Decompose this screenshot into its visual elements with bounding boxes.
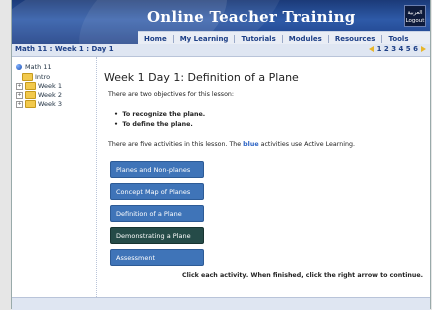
activity-definition[interactable]: Definition of a Plane [110,205,204,222]
objective-item: • To define the plane. [114,121,193,128]
nav-home[interactable]: Home [138,34,174,43]
footer-bar [12,297,430,310]
expand-icon[interactable]: + [16,91,23,99]
app-frame: Online Teacher Training العربية Logout H… [11,0,431,310]
activity-assessment[interactable]: Assessment [110,249,204,266]
page-navigator: 1 2 3 4 5 6 [368,45,426,53]
lesson-content: Week 1 Day 1: Definition of a Plane Ther… [100,57,426,297]
folder-icon [25,91,36,99]
nav-tools[interactable]: Tools [382,35,414,43]
expand-icon[interactable]: + [16,82,23,90]
breadcrumb: Math 11 : Week 1 : Day 1 [15,45,114,53]
header-banner: Online Teacher Training العربية Logout H… [12,0,430,44]
folder-icon [25,100,36,108]
activity-concept-map[interactable]: Concept Map of Planes [110,183,204,200]
tree-item-week-1[interactable]: + Week 1 [16,82,62,90]
tree-item-label: Week 2 [38,91,63,99]
objective-item: • To recognize the plane. [114,111,206,118]
activity-demonstrating[interactable]: Demonstrating a Plane [110,227,204,244]
main-nav: Home My Learning Tutorials Modules Resou… [138,31,430,44]
globe-icon [16,64,22,70]
folder-icon [22,73,33,81]
tree-item-label: Week 1 [38,82,63,90]
expand-icon[interactable]: + [16,100,23,108]
objectives-intro: There are two objectives for this lesson… [108,91,235,98]
nav-my-learning[interactable]: My Learning [174,34,236,43]
nav-resources[interactable]: Resources [329,34,383,43]
tree-root-label: Math 11 [25,63,52,71]
tree-item-week-2[interactable]: + Week 2 [16,91,62,99]
breadcrumb-bar: Math 11 : Week 1 : Day 1 1 2 3 4 5 6 [12,44,430,57]
course-tree: Math 11 Intro + Week 1 + Week 2 + Week 3 [12,57,97,297]
objectives-list: • To recognize the plane. • To define th… [114,111,205,131]
previous-arrow-icon[interactable] [368,46,374,52]
tree-root-math-11[interactable]: Math 11 [16,63,52,71]
logout-label[interactable]: Logout [405,17,425,25]
tree-item-intro[interactable]: Intro [22,73,50,81]
tree-item-label: Week 3 [38,100,63,108]
activities-intro: There are five activities in this lesson… [108,141,355,148]
tree-item-week-3[interactable]: + Week 3 [16,100,62,108]
folder-icon [25,82,36,90]
nav-tutorials[interactable]: Tutorials [235,34,283,43]
blue-keyword: blue [243,141,259,148]
site-title: Online Teacher Training [147,8,356,26]
logout-button[interactable]: العربية Logout [404,5,426,27]
lesson-title: Week 1 Day 1: Definition of a Plane [104,71,299,84]
activity-planes-and-non-planes[interactable]: Planes and Non-planes [110,161,204,178]
next-arrow-icon[interactable] [421,46,426,52]
nav-modules[interactable]: Modules [283,34,329,43]
tree-item-label: Intro [35,73,51,81]
language-toggle-label[interactable]: العربية [405,9,425,17]
page-numbers[interactable]: 1 2 3 4 5 6 [377,45,418,53]
instruction-text: Click each activity. When finished, clic… [182,272,424,279]
